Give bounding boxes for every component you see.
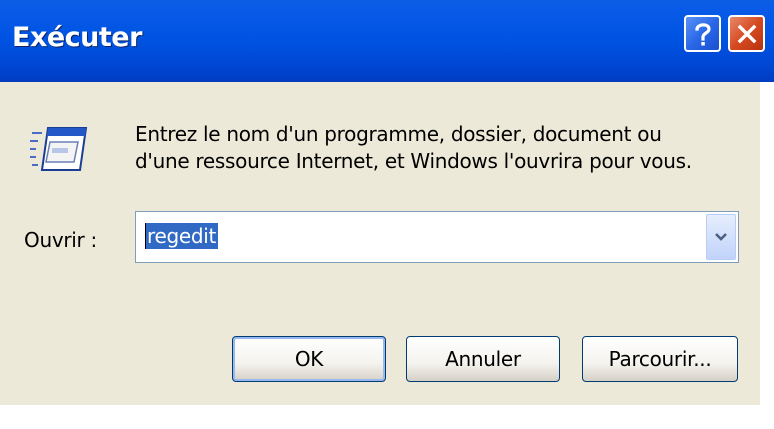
browse-button[interactable]: Parcourir... (582, 336, 738, 382)
dropdown-button[interactable] (706, 214, 736, 260)
window-title: Exécuter (12, 22, 142, 53)
prompt-text: Entrez le nom d'un programme, dossier, d… (135, 121, 755, 175)
open-label: Ouvrir : (24, 228, 97, 252)
question-mark-icon (694, 22, 711, 45)
close-icon (737, 24, 756, 43)
run-icon (30, 127, 88, 171)
open-combobox[interactable]: regedit (135, 211, 739, 263)
cancel-button[interactable]: Annuler (406, 336, 560, 382)
open-input-value[interactable]: regedit (145, 223, 219, 249)
screen-background-bottom (0, 405, 774, 429)
text-caret (145, 223, 146, 249)
close-button[interactable] (728, 15, 765, 52)
title-bar[interactable]: Exécuter (0, 0, 774, 82)
prompt-line-2: d'une ressource Internet, et Windows l'o… (135, 149, 692, 173)
run-dialog: Exécuter Entrez le nom d'un programme, d… (0, 0, 774, 429)
chevron-down-icon (715, 233, 727, 241)
ok-button[interactable]: OK (232, 336, 386, 382)
help-button[interactable] (684, 15, 721, 52)
prompt-line-1: Entrez le nom d'un programme, dossier, d… (135, 122, 662, 146)
screen-background-right (760, 82, 774, 429)
